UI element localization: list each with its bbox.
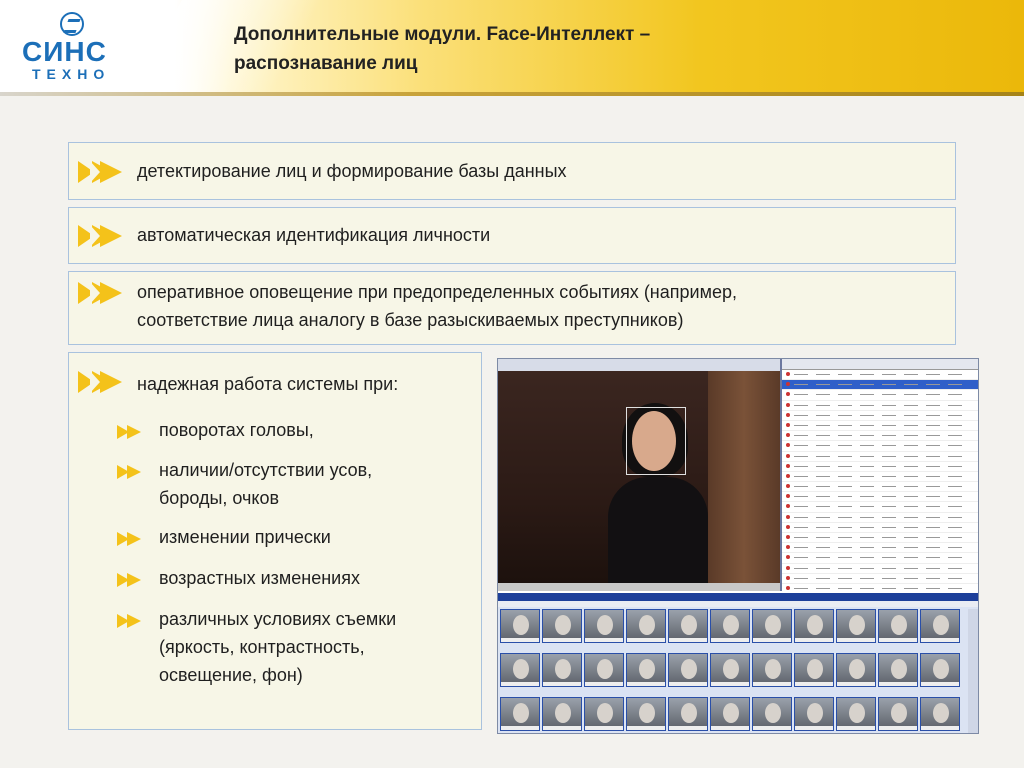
reliability-item: поворотах головы, — [159, 420, 314, 440]
event-row[interactable] — [782, 411, 978, 421]
face-thumbnail[interactable] — [878, 697, 918, 731]
page-title: Дополнительные модули. Face-Интеллект – … — [234, 24, 651, 74]
scrollbar[interactable] — [968, 609, 978, 733]
face-thumbnail[interactable] — [710, 609, 750, 643]
logo-sub: ТЕХНО — [32, 66, 111, 82]
face-thumbnail[interactable] — [752, 609, 792, 643]
feature-box-notification: оперативное оповещение при предопределен… — [68, 271, 956, 345]
company-logo: СИНС ТЕХНО — [22, 12, 112, 82]
face-thumbnail[interactable] — [542, 697, 582, 731]
reliability-item: возрастных изменениях — [159, 568, 360, 588]
face-thumbnail[interactable] — [500, 697, 540, 731]
face-thumbnail[interactable] — [584, 609, 624, 643]
face-thumbnail[interactable] — [542, 609, 582, 643]
chevron-bullet-icon — [78, 225, 122, 247]
event-list — [782, 359, 978, 605]
logo-mark-icon — [60, 12, 84, 36]
face-thumbnail[interactable] — [920, 697, 960, 731]
face-thumbnail[interactable] — [584, 653, 624, 687]
face-thumbnail[interactable] — [878, 609, 918, 643]
header-band — [0, 92, 1024, 96]
face-thumbnail[interactable] — [836, 653, 876, 687]
small-chevron-icon — [117, 614, 145, 628]
reliability-item: наличии/отсутствии усов, бороды, очков — [159, 460, 373, 508]
small-chevron-icon — [117, 465, 145, 479]
header-bar: СИНС ТЕХНО Дополнительные модули. Face-И… — [0, 0, 1024, 96]
face-thumbnail[interactable] — [752, 653, 792, 687]
event-row[interactable] — [782, 472, 978, 483]
reliability-item: изменении прически — [159, 527, 331, 547]
event-row[interactable] — [782, 564, 978, 574]
face-thumbnail[interactable] — [668, 653, 708, 687]
event-row[interactable] — [782, 462, 978, 472]
face-thumbnail[interactable] — [794, 609, 834, 643]
event-row[interactable] — [782, 401, 978, 411]
reliability-box: надежная работа системы при: поворотах г… — [68, 352, 482, 730]
face-thumbnail[interactable] — [794, 697, 834, 731]
face-thumbnail[interactable] — [626, 653, 666, 687]
event-row[interactable] — [782, 574, 978, 584]
face-thumbnail[interactable] — [710, 697, 750, 731]
software-screenshot — [497, 358, 979, 734]
face-thumbnail[interactable] — [878, 653, 918, 687]
feature-box-identification: автоматическая идентификация личности — [68, 207, 956, 264]
feature-text: оперативное оповещение при предопределен… — [137, 282, 737, 330]
event-row[interactable] — [782, 482, 978, 493]
video-panel — [498, 359, 782, 591]
face-thumbnail[interactable] — [626, 609, 666, 643]
event-row[interactable] — [782, 421, 978, 432]
event-row[interactable] — [782, 513, 978, 523]
face-thumbnail[interactable] — [500, 653, 540, 687]
face-thumbnail[interactable] — [500, 609, 540, 643]
event-row[interactable] — [782, 441, 978, 452]
chevron-bullet-icon — [78, 371, 122, 393]
event-row[interactable] — [782, 380, 978, 391]
event-row[interactable] — [782, 431, 978, 442]
logo-word: СИНС — [22, 36, 107, 67]
face-thumbnail[interactable] — [836, 609, 876, 643]
event-row[interactable] — [782, 502, 978, 513]
event-row[interactable] — [782, 553, 978, 564]
face-detection-frame — [626, 407, 686, 475]
face-thumbnail[interactable] — [710, 653, 750, 687]
chevron-bullet-icon — [78, 282, 122, 304]
feature-box-detection: детектирование лиц и формирование базы д… — [68, 142, 956, 200]
reliability-heading: надежная работа системы при: — [137, 374, 399, 394]
face-thumbnail[interactable] — [626, 697, 666, 731]
face-thumbnail[interactable] — [794, 653, 834, 687]
small-chevron-icon — [117, 425, 145, 439]
face-thumbnail[interactable] — [668, 609, 708, 643]
small-chevron-icon — [117, 532, 145, 546]
feature-text: автоматическая идентификация личности — [137, 225, 491, 245]
face-thumbnail[interactable] — [920, 609, 960, 643]
face-thumbnail[interactable] — [668, 697, 708, 731]
reliability-item: различных условиях съемки (яркость, конт… — [159, 609, 397, 685]
event-row[interactable] — [782, 492, 978, 503]
event-row[interactable] — [782, 543, 978, 554]
chevron-bullet-icon — [78, 161, 122, 183]
face-thumbnail[interactable] — [836, 697, 876, 731]
feature-text: детектирование лиц и формирование базы д… — [137, 161, 567, 181]
face-monitor — [498, 593, 978, 733]
event-row[interactable] — [782, 390, 978, 401]
face-thumbnail[interactable] — [920, 653, 960, 687]
face-thumbnail[interactable] — [752, 697, 792, 731]
event-row[interactable] — [782, 370, 978, 381]
event-row[interactable] — [782, 523, 978, 533]
face-thumbnail[interactable] — [542, 653, 582, 687]
small-chevron-icon — [117, 573, 145, 587]
event-row[interactable] — [782, 533, 978, 544]
face-thumbnail[interactable] — [584, 697, 624, 731]
event-row[interactable] — [782, 452, 978, 462]
